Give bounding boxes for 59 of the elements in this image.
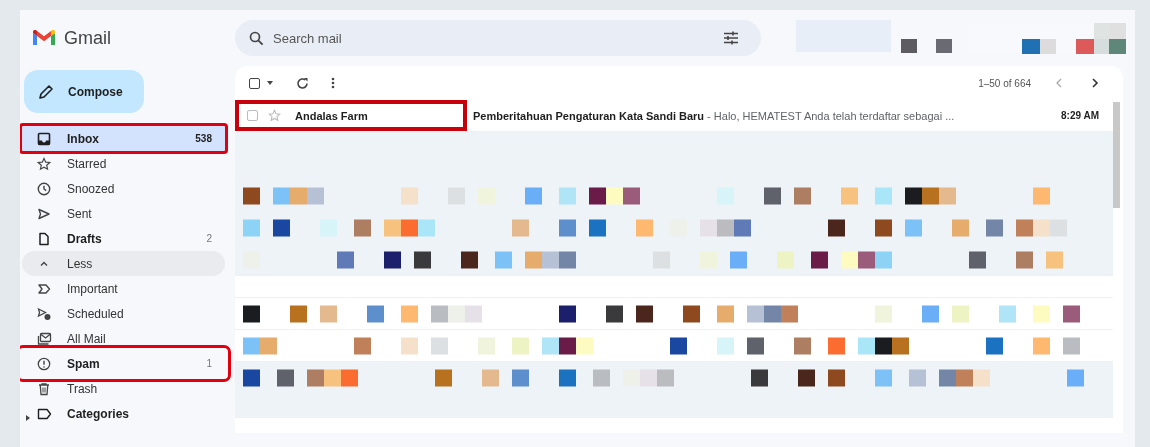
email-subject: Pemberitahuan Pengaturan Kata Sandi Baru [473,109,705,122]
unread-count: 538 [195,133,212,144]
search-field[interactable]: Search mail [235,20,761,56]
nav-label: Inbox [67,131,100,146]
sender-name: Andalas Farm [295,109,368,122]
nav-item[interactable]: Starred [22,151,225,176]
nav-item[interactable]: Drafts 2 [22,226,225,251]
nav-label: Starred [67,156,108,171]
inbox-icon [37,131,51,146]
scheduled-icon [37,306,51,321]
nav-label: Drafts [67,231,103,246]
nav-item[interactable]: All Mail [22,326,225,351]
star-icon[interactable] [268,109,281,122]
nav-label: All Mail [67,331,107,346]
row-checkbox[interactable] [247,110,258,121]
nav-item[interactable]: Spam 1 [22,351,225,376]
nav-label: Important [67,281,119,296]
nav-label: Categories [67,406,131,421]
nav-item[interactable]: Categories [22,401,225,426]
select-all-checkbox[interactable] [249,77,260,89]
nav-item[interactable]: Scheduled [22,301,225,326]
page-range: 1–50 of 664 [978,77,1031,89]
nav-label: Trash [67,381,99,396]
nav-item[interactable]: Important [22,276,225,301]
nav-item[interactable]: Trash [22,376,225,401]
filter-sliders-icon[interactable] [723,31,739,45]
search-icon [249,31,264,46]
expand-arrow-icon[interactable] [25,415,31,421]
nav-label: Snoozed [67,181,116,196]
nav-label: Less [67,256,94,271]
less-toggle[interactable]: Less [22,251,225,276]
send-icon [37,206,51,221]
file-icon [37,231,51,246]
caret-icon[interactable] [266,80,274,86]
nav-label: Spam [67,356,101,371]
email-snippet: - Halo, HEMATEST Anda telah terdaftar sebagai ... [706,109,955,122]
nav-item[interactable]: Inbox 538 [22,126,225,151]
more-options-icon[interactable] [331,77,335,89]
clock-icon [37,181,51,196]
unread-count: 1 [206,358,212,369]
mail-stack-icon [36,331,52,346]
scrollbar[interactable] [1113,102,1120,208]
label-icon [36,406,52,421]
nav-item[interactable]: Sent [22,201,225,226]
next-page-icon[interactable] [1091,78,1099,88]
gmail-logo-icon [32,29,56,47]
compose-button[interactable]: Compose [24,70,144,113]
label-icon [37,281,51,296]
email-time: 8:29 AM [1061,110,1099,121]
pencil-icon [38,83,54,100]
unread-count: 2 [206,233,212,244]
nav-item[interactable]: Snoozed [22,176,225,201]
app-name: Gmail [64,27,111,49]
star-icon [37,156,51,171]
nav-label: Scheduled [67,306,125,321]
nav-label: Sent [67,206,93,221]
trash-icon [37,381,51,396]
alert-icon [37,356,51,371]
refresh-icon[interactable] [296,76,309,90]
